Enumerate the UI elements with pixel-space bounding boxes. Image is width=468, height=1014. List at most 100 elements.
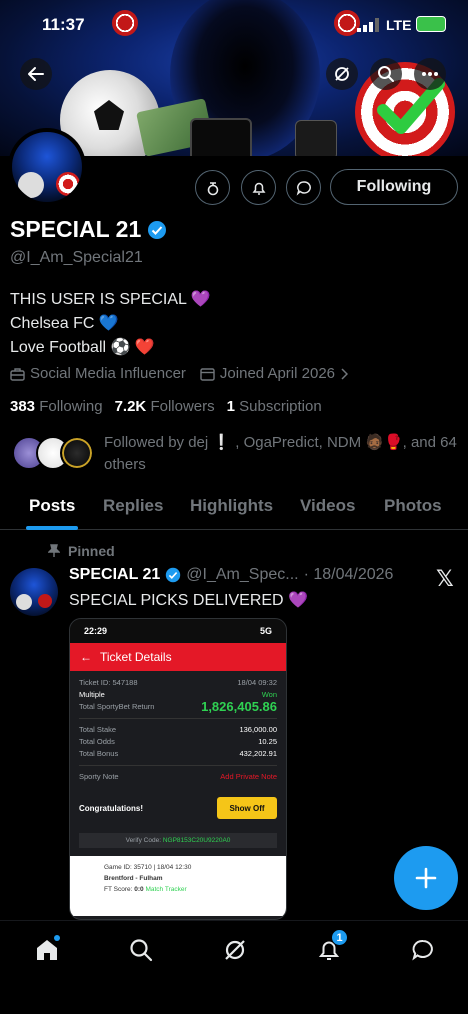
arrow-left-icon (28, 67, 44, 81)
verified-badge-icon (166, 567, 181, 583)
follower-avatar (60, 436, 94, 470)
search-button[interactable] (370, 58, 402, 90)
followers-stat-label: Followers (150, 398, 215, 415)
verified-badge-icon[interactable] (147, 220, 167, 240)
search-icon (130, 939, 153, 962)
grok-analyze-button[interactable] (195, 170, 230, 205)
profile-avatar[interactable] (8, 128, 86, 206)
subscription-count: 1 (226, 398, 235, 415)
match-name: Brentford - Fulham (104, 875, 163, 882)
following-button[interactable]: Following (330, 169, 458, 205)
nav-home[interactable] (32, 935, 62, 965)
more-options-button[interactable] (414, 58, 446, 90)
joined-item[interactable]: Joined April 2026 (200, 365, 349, 382)
joined-label: Joined April 2026 (219, 365, 336, 382)
nav-search[interactable] (126, 935, 156, 965)
message-button[interactable] (286, 170, 321, 205)
ticket-header: ← Ticket Details (70, 643, 286, 671)
tab-posts[interactable]: Posts (29, 496, 75, 516)
chat-bubble-icon (412, 940, 433, 961)
image-time: 22:29 (84, 626, 108, 636)
profile-stats: 383 Following 7.2K Followers 1 Subscript… (10, 398, 322, 415)
plus-icon (415, 867, 437, 889)
bet-type: Multiple (79, 690, 105, 699)
followers-stat[interactable]: 7.2K Followers (115, 398, 215, 415)
following-stat-label: Following (39, 398, 103, 415)
post-text: SPECIAL PICKS DELIVERED 💜 (69, 592, 308, 609)
pinned-label: Pinned (68, 543, 115, 559)
briefcase-icon (10, 367, 25, 381)
notify-button[interactable] (241, 170, 276, 205)
verify-label: Verify Code: (125, 837, 162, 844)
odds-label: Total Odds (79, 737, 115, 746)
divider (79, 718, 277, 719)
return-value: 1,826,405.86 (201, 699, 277, 714)
notifications-badge: 1 (331, 929, 348, 946)
following-count: 383 (10, 398, 36, 415)
category-label: Social Media Influencer (30, 365, 186, 382)
ticket-date: 18/04 09:32 (237, 678, 277, 687)
phone-graphic (190, 118, 252, 156)
private-note-link: Add Private Note (220, 772, 277, 781)
congrats-text: Congratulations! (79, 803, 143, 813)
return-label: Total SportyBet Return (79, 702, 155, 711)
followed-by-row[interactable]: Followed by dej ❕ , OgaPredict, NDM 🧔🏾🥊,… (12, 432, 462, 476)
profile-handle: @I_Am_Special21 (10, 249, 143, 266)
status-bar: 11:37 LTE (0, 10, 468, 40)
note-label: Sporty Note (79, 772, 119, 781)
subscription-stat-label: Subscription (239, 398, 322, 415)
stake-value: 136,000.00 (239, 725, 277, 734)
tab-replies[interactable]: Replies (103, 496, 163, 516)
profile-bio: THIS USER IS SPECIAL 💜 Chelsea FC 💙 Love… (10, 288, 211, 360)
compose-post-button[interactable] (394, 846, 458, 910)
back-button[interactable] (20, 58, 52, 90)
nav-grok[interactable] (220, 935, 250, 965)
avatar-ball-graphic (16, 594, 32, 610)
followed-by-text: Followed by dej ❕ , OgaPredict, NDM 🧔🏾🥊,… (104, 434, 457, 473)
show-off-button: Show Off (217, 797, 277, 819)
post-date[interactable]: · 18/04/2026 (304, 566, 394, 584)
status-time: 11:37 (42, 15, 85, 34)
bottom-navigation: 1 (0, 920, 468, 1014)
divider (79, 765, 277, 766)
image-status-bar: 22:29 5G (70, 619, 286, 643)
grok-icon (335, 67, 349, 81)
verify-code: NGP8153C20U9220A0 (162, 837, 231, 844)
nav-messages[interactable] (408, 935, 438, 965)
category-item: Social Media Influencer (10, 365, 186, 382)
ellipsis-icon (422, 72, 438, 76)
ticket-id: Ticket ID: 547188 (79, 678, 138, 687)
odds-value: 10.25 (258, 737, 277, 746)
nav-notifications[interactable]: 1 (314, 929, 348, 965)
bio-line: Chelsea FC 💙 (10, 315, 119, 332)
battery-icon (416, 16, 446, 32)
chevron-right-icon (341, 367, 349, 380)
tab-photos[interactable]: Photos (384, 496, 442, 516)
subscription-stat[interactable]: 1 Subscription (227, 398, 322, 415)
profile-name: SPECIAL 21 (10, 216, 142, 242)
avatar-target-graphic (38, 594, 52, 608)
congrats-banner: Congratulations! Show Off (79, 791, 277, 825)
ticket-body: Ticket ID: 547188 18/04 09:32 Multiple Won… (70, 671, 286, 919)
post-author-avatar[interactable] (10, 568, 58, 616)
pinned-indicator: Pinned (48, 543, 115, 559)
x-logo-icon[interactable]: 𝕏 (436, 566, 454, 592)
bell-plus-icon (252, 182, 265, 195)
profile-meta: Social Media Influencer Joined April 202… (10, 365, 349, 382)
grok-button[interactable] (326, 58, 358, 90)
followers-count: 7.2K (114, 398, 147, 415)
match-tracker: Match Tracker (145, 886, 187, 893)
avatar-ball-graphic (18, 172, 44, 198)
calendar-icon (200, 367, 215, 381)
image-signal: 5G (259, 626, 272, 636)
signal-icon (357, 18, 379, 32)
tab-highlights[interactable]: Highlights (190, 496, 273, 516)
pin-icon (48, 544, 60, 557)
ft-score: 0:0 (134, 886, 144, 893)
post-author-name[interactable]: SPECIAL 21 (69, 566, 160, 584)
post-image[interactable]: 22:29 5G ← Ticket Details Ticket ID: 547… (69, 618, 287, 920)
profile-name-row: SPECIAL 21 (10, 216, 167, 243)
following-stat[interactable]: 383 Following (10, 398, 103, 415)
tab-videos[interactable]: Videos (300, 496, 355, 516)
post-author-handle[interactable]: @I_Am_Spec... (186, 566, 298, 584)
